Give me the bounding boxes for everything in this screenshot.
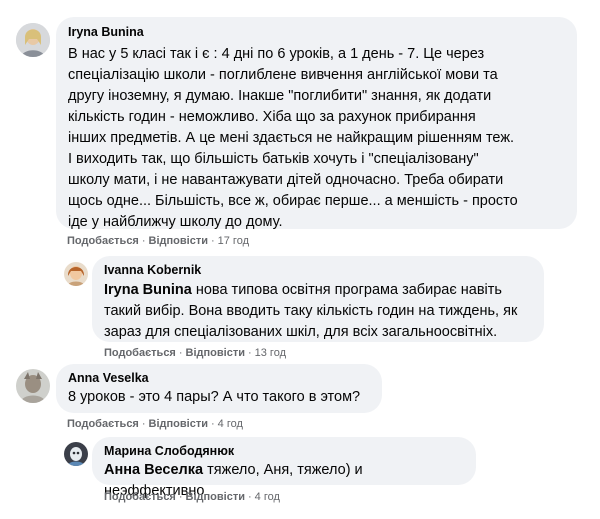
comment-actions: Подобається · Відповісти · 13 год <box>104 347 286 359</box>
comment-line: щось одне... Більшість, все ж, обирає пе… <box>68 193 518 209</box>
separator-dot: · <box>141 235 146 247</box>
comment-author[interactable]: Anna Veselka <box>68 371 370 385</box>
comment-actions: Подобається · Відповісти · 4 год <box>67 418 243 430</box>
person-photo-icon <box>16 369 50 403</box>
comment-line: такий вибір. Вона вводить таку кількість… <box>104 303 518 319</box>
mention-link[interactable]: Iryna Bunina <box>104 282 192 298</box>
like-link[interactable]: Подобається <box>104 491 176 503</box>
comment-time[interactable]: 4 год <box>255 491 280 503</box>
comment-actions: Подобається · Відповісти · 4 год <box>104 491 280 503</box>
comment-actions: Подобається · Відповісти · 17 год <box>67 235 249 247</box>
separator-dot: · <box>141 418 146 430</box>
avatar-iryna-bunina[interactable] <box>16 23 50 57</box>
comment-time[interactable]: 4 год <box>218 418 243 430</box>
like-link[interactable]: Подобається <box>67 418 139 430</box>
comment-text: 8 уроков - это 4 пары? А что такого в эт… <box>68 387 370 408</box>
person-photo-icon <box>16 23 50 57</box>
reply-link[interactable]: Відповісти <box>186 347 245 359</box>
comment-line: спеціалізацію школи - поглиблене вивченн… <box>68 67 498 83</box>
comment-line: В нас у 5 класі так і є : 4 дні по 6 уро… <box>68 46 485 62</box>
avatar-ivanna-kobernik[interactable] <box>64 262 88 286</box>
reply-link[interactable]: Відповісти <box>149 418 208 430</box>
like-link[interactable]: Подобається <box>67 235 139 247</box>
reply-link[interactable]: Відповісти <box>149 235 208 247</box>
comment-line: Iryna Bunina нова типова освітня програм… <box>104 280 532 301</box>
comment-time[interactable]: 17 год <box>218 235 249 247</box>
comment-text: В нас у 5 класі так і є : 4 дні по 6 уро… <box>68 44 565 233</box>
reply-bubble: Марина Слободянюк Анна Веселка тяжело, А… <box>92 437 476 499</box>
comment-time[interactable]: 13 год <box>255 347 286 359</box>
comment-bubble: Anna Veselka 8 уроков - это 4 пары? А чт… <box>56 364 382 413</box>
mention-link[interactable]: Анна Веселка <box>104 462 203 478</box>
avatar-marina-slobodianiuk[interactable] <box>64 442 88 466</box>
comment-author[interactable]: Iryna Bunina <box>68 25 565 39</box>
person-photo-icon <box>64 442 88 466</box>
reply-bubble: Ivanna Kobernik Iryna Bunina нова типова… <box>92 256 544 342</box>
comment-line: інших предметів. А це мені здається не н… <box>68 130 515 146</box>
reply-link[interactable]: Відповісти <box>186 491 245 503</box>
separator-dot: · <box>210 235 215 247</box>
comment-line: 8 уроков - это 4 пары? А что такого в эт… <box>68 389 361 405</box>
comment-line: І виходить так, що більшість батьків хоч… <box>68 151 479 167</box>
separator-dot: · <box>210 418 215 430</box>
separator-dot: · <box>247 491 252 503</box>
comment-line: іде у найближчу школу до дому. <box>68 214 283 230</box>
comment-line-text: нова типова освітня програма забирає нав… <box>191 282 502 298</box>
person-photo-icon <box>64 262 88 286</box>
comment-line: кількість годин - неможливо. Хіба що за … <box>68 109 476 125</box>
comment-line: школу мати, і не навантажувати дітей одн… <box>68 172 504 188</box>
avatar-anna-veselka[interactable] <box>16 369 50 403</box>
comment-line: зараз для спеціалізованих шкіл, для всіх… <box>104 324 498 340</box>
like-link[interactable]: Подобається <box>104 347 176 359</box>
separator-dot: · <box>178 491 183 503</box>
comment-author[interactable]: Ivanna Kobernik <box>104 263 532 277</box>
comment-author[interactable]: Марина Слободянюк <box>104 444 464 458</box>
comment-text: Iryna Bunina нова типова освітня програм… <box>104 280 532 343</box>
separator-dot: · <box>178 347 183 359</box>
separator-dot: · <box>247 347 252 359</box>
comment-bubble: Iryna Bunina В нас у 5 класі так і є : 4… <box>56 17 577 230</box>
comment-line: другу іноземну, я думаю. Інакше "поглиби… <box>68 88 492 104</box>
